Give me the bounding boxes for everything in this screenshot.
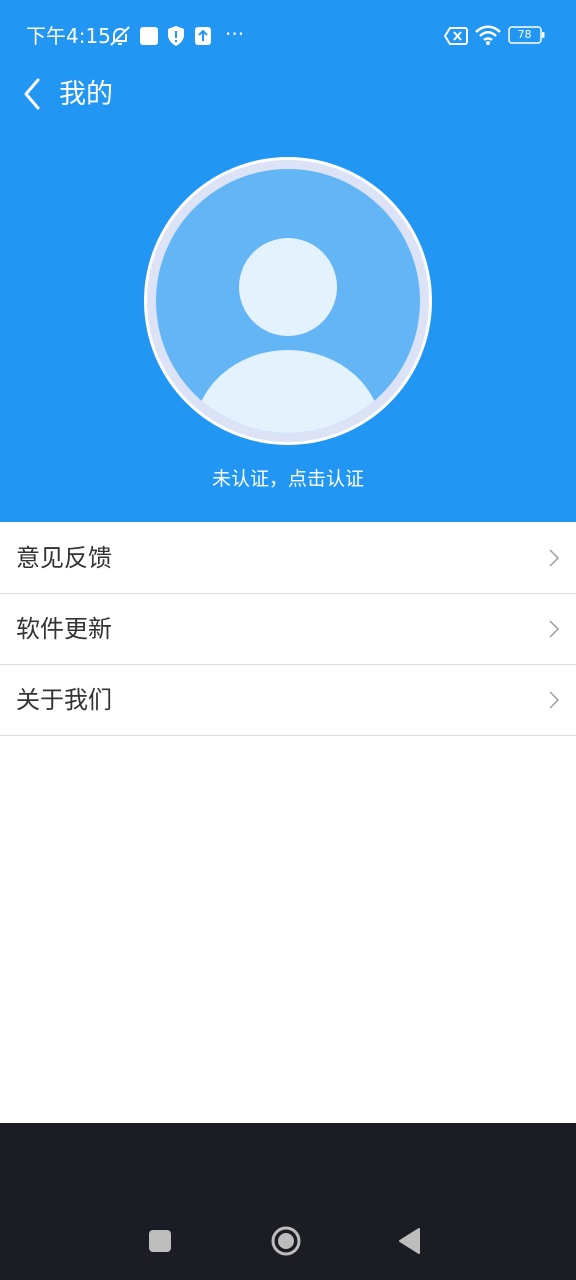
menu-item-label: 意见反馈	[16, 544, 112, 572]
wifi-icon	[475, 25, 501, 45]
sim-off-icon	[444, 27, 468, 45]
back-triangle-icon	[399, 1228, 420, 1254]
back-button[interactable]	[14, 72, 54, 116]
square-notification-icon	[140, 27, 158, 45]
recents-button[interactable]	[138, 1219, 182, 1263]
home-button[interactable]	[264, 1219, 308, 1263]
battery-level: 78	[517, 28, 532, 41]
menu-item-software-update[interactable]: 软件更新	[0, 594, 576, 665]
chevron-right-icon	[549, 620, 560, 638]
system-nav-bar	[0, 1123, 576, 1280]
status-time: 下午4:15	[26, 24, 111, 48]
menu-item-about-us[interactable]: 关于我们	[0, 665, 576, 736]
menu-item-feedback[interactable]: 意见反馈	[0, 523, 576, 594]
menu-list: 意见反馈 软件更新 关于我们	[0, 523, 576, 736]
chevron-right-icon	[549, 549, 560, 567]
screen: 下午4:15 ··· 78 我的 未认证，点击认证 意见反馈 软件更新 关于我们	[0, 0, 576, 1280]
bell-off-icon	[110, 26, 130, 46]
chevron-right-icon	[549, 691, 560, 709]
user-avatar-icon	[144, 157, 432, 445]
upload-icon	[195, 27, 211, 45]
menu-item-label: 软件更新	[16, 615, 112, 643]
back-nav-button[interactable]	[388, 1219, 432, 1263]
more-dots: ···	[225, 22, 245, 46]
menu-item-label: 关于我们	[16, 686, 112, 714]
shield-icon	[168, 26, 184, 46]
recents-square-icon	[149, 1230, 171, 1252]
status-bar: 下午4:15 ··· 78	[0, 0, 576, 72]
chevron-left-icon	[24, 78, 40, 110]
header-area: 下午4:15 ··· 78 我的 未认证，点击认证	[0, 0, 576, 522]
battery-icon: 78	[508, 26, 545, 44]
certification-link[interactable]: 未认证，点击认证	[0, 464, 576, 494]
avatar[interactable]	[143, 156, 433, 446]
page-title: 我的	[59, 79, 113, 110]
home-circle-icon	[271, 1226, 301, 1256]
